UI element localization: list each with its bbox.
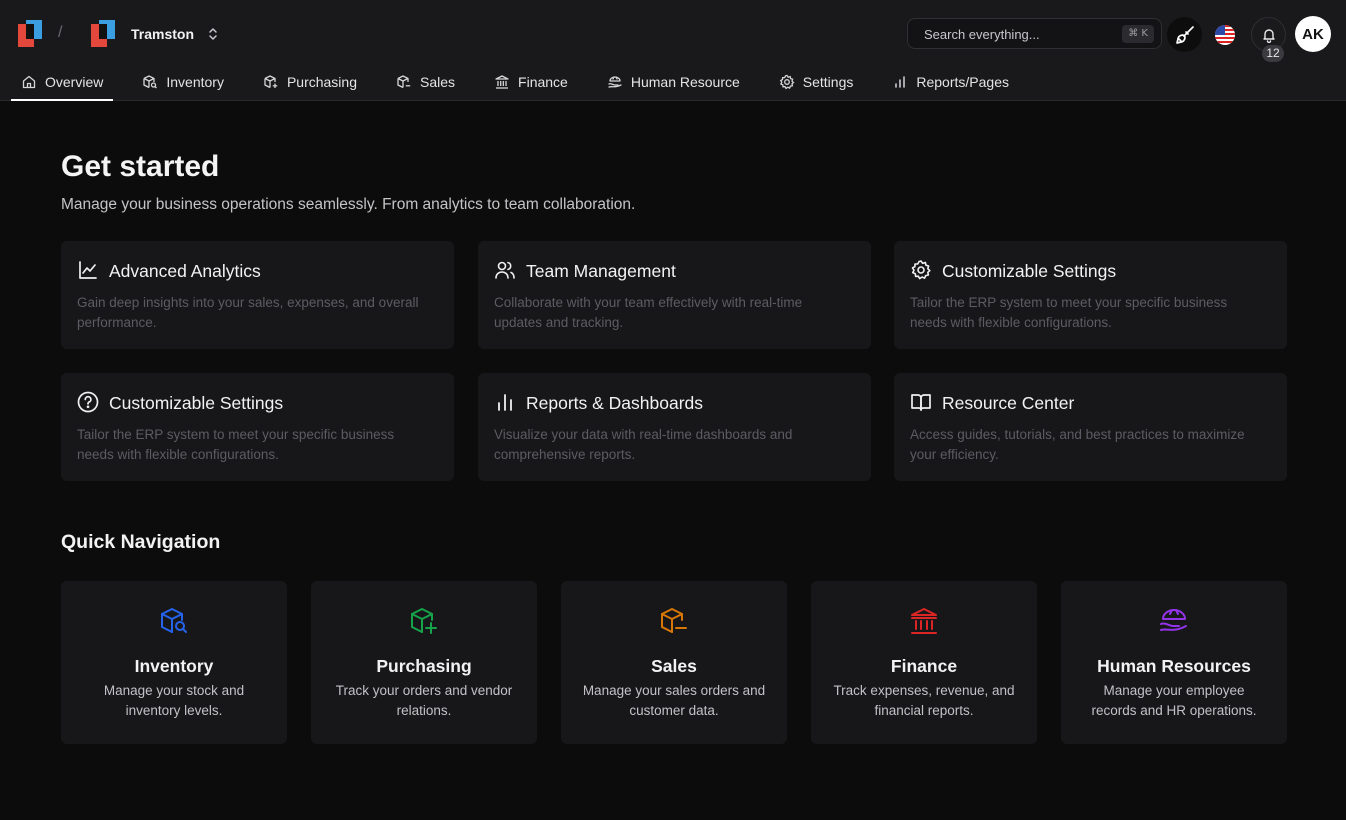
tab-label: Finance: [518, 74, 568, 90]
quick-nav-title: Inventory: [134, 656, 214, 676]
bell-icon: [1262, 28, 1275, 43]
quick-nav-description: Manage your employee records and HR oper…: [1091, 683, 1257, 718]
feature-description: Access guides, tutorials, and best pract…: [910, 427, 1245, 462]
breadcrumb-separator: /: [58, 24, 63, 41]
tab-label: Inventory: [166, 74, 224, 90]
tab-overview[interactable]: Overview: [11, 64, 114, 101]
box-plus-icon: [411, 608, 437, 634]
tab-inventory[interactable]: Inventory: [132, 64, 234, 100]
tab-label: Sales: [420, 74, 456, 90]
quick-navigation-title: Quick Navigation: [61, 531, 221, 553]
quick-nav-inventory[interactable]: Inventory Manage your stock and inventor…: [61, 581, 287, 744]
feature-title: Team Management: [526, 261, 676, 281]
home-icon: [22, 75, 36, 89]
tab-reports-pages[interactable]: Reports/Pages: [882, 64, 1019, 100]
hr-icon: [608, 76, 622, 88]
avatar[interactable]: AK: [1295, 16, 1331, 52]
theme-button[interactable]: [1167, 17, 1202, 52]
paintbrush-icon: [1175, 25, 1194, 44]
box-search-icon: [161, 608, 187, 633]
feature-title: Customizable Settings: [109, 393, 284, 413]
box-minus-icon: [397, 75, 411, 89]
feature-description: Gain deep insights into your sales, expe…: [77, 295, 419, 330]
quick-nav-purchasing[interactable]: Purchasing Track your orders and vendor …: [311, 581, 537, 744]
line-chart-icon: [79, 261, 97, 279]
quick-nav-description: Manage your stock and inventory levels.: [103, 683, 245, 718]
tab-human-resource[interactable]: Human Resource: [597, 64, 750, 100]
search-shortcut-badge: ⌘ K: [1122, 25, 1154, 43]
feature-description: Tailor the ERP system to meet your speci…: [77, 427, 395, 462]
gear-icon: [911, 260, 931, 280]
page-title: Get started: [61, 150, 220, 183]
app-logo-icon[interactable]: [18, 20, 42, 47]
notification-count-badge: 12: [1262, 45, 1284, 62]
feature-card-resource-center[interactable]: Resource Center Access guides, tutorials…: [894, 373, 1287, 481]
language-button[interactable]: [1207, 17, 1242, 52]
chevron-up-down-icon[interactable]: [207, 26, 219, 42]
tab-label: Settings: [802, 74, 854, 90]
bank-icon: [911, 608, 937, 634]
feature-title: Resource Center: [942, 393, 1075, 413]
quick-nav-finance[interactable]: Finance Track expenses, revenue, and fin…: [811, 581, 1037, 744]
feature-card-customizable-settings[interactable]: Customizable Settings Tailor the ERP sys…: [894, 241, 1287, 349]
tab-label: Overview: [45, 74, 104, 90]
gear-icon: [779, 74, 795, 90]
tab-label: Human Resource: [630, 74, 740, 90]
help-circle-icon: [77, 391, 99, 413]
box-minus-icon: [661, 608, 687, 633]
quick-nav-title: Finance: [890, 656, 958, 676]
feature-card-customizable-settings-help[interactable]: Customizable Settings Tailor the ERP sys…: [61, 373, 454, 481]
tab-settings[interactable]: Settings: [769, 64, 864, 100]
main-content: Get started Manage your business operati…: [0, 101, 1346, 820]
feature-card-advanced-analytics[interactable]: Advanced Analytics Gain deep insights in…: [61, 241, 454, 349]
feature-description: Tailor the ERP system to meet your speci…: [910, 295, 1228, 330]
tab-label: Reports/Pages: [916, 74, 1009, 90]
hr-icon: [1160, 609, 1187, 631]
quick-nav-title: Sales: [651, 656, 697, 676]
feature-card-team-management[interactable]: Team Management Collaborate with your te…: [478, 241, 871, 349]
bar-chart-icon: [498, 394, 512, 411]
box-search-icon: [143, 75, 158, 89]
feature-description: Visualize your data with real-time dashb…: [494, 427, 793, 462]
feature-title: Reports & Dashboards: [526, 393, 704, 413]
quick-nav-human-resources[interactable]: Human Resources Manage your employee rec…: [1061, 581, 1287, 744]
feature-title: Advanced Analytics: [109, 261, 261, 281]
bar-chart-icon: [895, 76, 906, 88]
page-subtitle: Manage your business operations seamless…: [61, 196, 636, 213]
quick-nav-description: Track expenses, revenue, and financial r…: [833, 683, 1015, 718]
book-open-icon: [911, 394, 931, 411]
quick-nav-description: Manage your sales orders and customer da…: [582, 683, 766, 718]
tab-purchasing[interactable]: Purchasing: [253, 64, 367, 100]
tab-sales[interactable]: Sales: [386, 64, 465, 100]
org-logo-icon[interactable]: [91, 20, 115, 47]
box-plus-icon: [264, 75, 278, 89]
main-nav-tabs: Overview Inventory Purchasing Sales Fina…: [11, 64, 1038, 101]
tab-finance[interactable]: Finance: [484, 64, 578, 100]
search-placeholder: Search everything...: [924, 27, 1040, 42]
bank-icon: [495, 75, 509, 89]
us-flag-icon: [1214, 24, 1235, 45]
quick-nav-title: Human Resources: [1097, 656, 1251, 676]
quick-nav-title: Purchasing: [376, 656, 472, 676]
org-switcher-label[interactable]: Tramston: [131, 26, 194, 42]
quick-nav-description: Track your orders and vendor relations.: [335, 683, 513, 718]
quick-nav-sales[interactable]: Sales Manage your sales orders and custo…: [561, 581, 787, 744]
feature-title: Customizable Settings: [942, 261, 1117, 281]
search-input[interactable]: Search everything... ⌘ K: [907, 18, 1162, 49]
feature-description: Collaborate with your team effectively w…: [494, 295, 803, 330]
feature-card-reports-dashboards[interactable]: Reports & Dashboards Visualize your data…: [478, 373, 871, 481]
tab-label: Purchasing: [286, 74, 357, 90]
users-icon: [495, 261, 515, 279]
top-bar: / Tramston Search everything... ⌘ K 12 A…: [0, 0, 1346, 101]
